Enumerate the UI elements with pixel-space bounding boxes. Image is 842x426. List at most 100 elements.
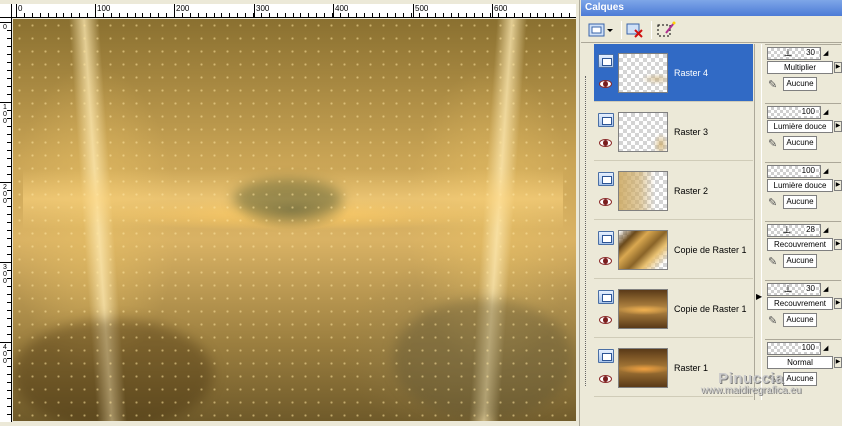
layer-list: Raster 4 Raster 3 Raster 2 Copie de Rast… <box>594 44 754 400</box>
opacity-slider[interactable]: ⊥ 30 <box>767 47 821 60</box>
blend-mode-select[interactable]: Lumière douce <box>767 120 833 133</box>
layer-props-3: ⊥ 28 ◢ Recouvrement ▶ ✎ Aucune <box>765 221 842 279</box>
opacity-slider[interactable]: ⊥ 30 <box>767 283 821 296</box>
ruler-label-300: 300 <box>256 4 270 13</box>
ruler-vlabel-300: 3 0 0 <box>3 264 7 285</box>
blend-dropdown-arrow-icon[interactable]: ▶ <box>834 121 842 132</box>
blend-mode-select[interactable]: Lumière douce <box>767 179 833 192</box>
delete-layer-button[interactable] <box>625 20 645 40</box>
blend-dropdown-arrow-icon[interactable]: ▶ <box>834 62 842 73</box>
layer-thumbnail <box>618 171 668 211</box>
link-mask-icon[interactable]: ✎ <box>768 373 782 387</box>
layer-thumbnail <box>618 112 668 152</box>
layer-properties: ⊥ 30 ◢ Multiplier ▶ ✎ Aucune ⊥ 100 ◢ Lum… <box>763 44 842 400</box>
visibility-eye-icon[interactable] <box>599 316 612 324</box>
blend-mode-select[interactable]: Normal <box>767 356 833 369</box>
blend-mode-select[interactable]: Recouvrement <box>767 297 833 310</box>
visibility-eye-icon[interactable] <box>599 257 612 265</box>
ruler-vlabel-400: 4 0 0 <box>3 344 7 365</box>
layer-type-icon <box>598 54 614 68</box>
layer-thumbnail <box>618 53 668 93</box>
opacity-spinner[interactable]: ◢ <box>823 285 828 293</box>
visibility-eye-icon[interactable] <box>599 139 612 147</box>
layer-thumbnail <box>618 230 668 270</box>
layer-name: Raster 2 <box>674 186 709 196</box>
blend-dropdown-arrow-icon[interactable]: ▶ <box>834 239 842 250</box>
new-layer-icon <box>588 23 613 37</box>
layer-row-copie-de-raster-1-a[interactable]: Copie de Raster 1 <box>594 221 753 279</box>
link-mask-icon[interactable]: ✎ <box>768 314 782 328</box>
link-mask-icon[interactable]: ✎ <box>768 255 782 269</box>
delete-layer-icon <box>626 23 643 38</box>
opacity-value: 30 <box>805 48 816 57</box>
opacity-slider[interactable]: ⊥ 28 <box>767 224 821 237</box>
visibility-eye-icon[interactable] <box>599 375 612 383</box>
mask-select[interactable]: Aucune <box>783 136 817 150</box>
opacity-slider[interactable]: ⊥ 100 <box>767 165 821 178</box>
new-layer-button[interactable] <box>587 20 615 40</box>
blend-dropdown-arrow-icon[interactable]: ▶ <box>834 357 842 368</box>
mask-select[interactable]: Aucune <box>783 77 817 91</box>
layer-type-icon <box>598 349 614 363</box>
ruler-label-400: 400 <box>335 4 349 13</box>
blend-mode-select[interactable]: Recouvrement <box>767 238 833 251</box>
layers-toolbar <box>581 17 842 43</box>
opacity-value: 100 <box>800 343 816 352</box>
opacity-spinner[interactable]: ◢ <box>823 49 828 57</box>
mask-select[interactable]: Aucune <box>783 372 817 386</box>
mask-select[interactable]: Aucune <box>783 313 817 327</box>
layer-name: Copie de Raster 1 <box>674 304 747 314</box>
opacity-spinner[interactable]: ◢ <box>823 226 828 234</box>
visibility-eye-icon[interactable] <box>599 198 612 206</box>
selection-from-layer-button[interactable] <box>655 20 677 40</box>
opacity-slider[interactable]: ⊥ 100 <box>767 106 821 119</box>
splitter-arrow-icon[interactable]: ▶ <box>756 292 762 301</box>
layer-row-copie-de-raster-1-b[interactable]: Copie de Raster 1 <box>594 280 753 338</box>
blend-dropdown-arrow-icon[interactable]: ▶ <box>834 298 842 309</box>
opacity-spinner[interactable]: ◢ <box>823 167 828 175</box>
layer-props-1: ⊥ 100 ◢ Lumière douce ▶ ✎ Aucune <box>765 103 842 161</box>
layers-palette: Calques Raster 4 Raster 3 Raster 2 Copie… <box>581 0 842 426</box>
layer-thumbnail <box>618 348 668 388</box>
layer-row-raster-3[interactable]: Raster 3 <box>594 103 753 161</box>
visibility-eye-icon[interactable] <box>599 80 612 88</box>
link-mask-icon[interactable]: ✎ <box>768 137 782 151</box>
image-canvas[interactable] <box>13 19 576 421</box>
layer-row-raster-1[interactable]: Raster 1 <box>594 339 753 397</box>
marquee-wand-icon <box>657 21 676 37</box>
opacity-slider[interactable]: ⊥ 100 <box>767 342 821 355</box>
canvas-area[interactable]: 0 100 200 300 400 500 600 0 1 0 0 2 0 0 … <box>0 0 580 426</box>
horizontal-ruler: 0 100 200 300 400 500 600 <box>12 4 576 18</box>
link-mask-icon[interactable]: ✎ <box>768 78 782 92</box>
palette-title[interactable]: Calques <box>581 0 842 16</box>
ruler-label-200: 200 <box>176 4 190 13</box>
link-mask-icon[interactable]: ✎ <box>768 196 782 210</box>
ruler-label-100: 100 <box>97 4 111 13</box>
opacity-spinner[interactable]: ◢ <box>823 344 828 352</box>
vertical-ruler: 0 1 0 0 2 0 0 3 0 0 4 0 0 <box>0 18 12 422</box>
opacity-spinner[interactable]: ◢ <box>823 108 828 116</box>
slider-thumb[interactable]: ⊥ <box>784 285 793 295</box>
layer-thumbnail <box>618 289 668 329</box>
opacity-value: 100 <box>800 166 816 175</box>
slider-thumb[interactable]: ⊥ <box>783 226 792 236</box>
blend-dropdown-arrow-icon[interactable]: ▶ <box>834 180 842 191</box>
ruler-label-0: 0 <box>18 4 23 13</box>
ruler-corner <box>0 4 12 18</box>
ruler-label-600: 600 <box>494 4 508 13</box>
layer-row-raster-2[interactable]: Raster 2 <box>594 162 753 220</box>
layer-type-icon <box>598 290 614 304</box>
layer-name: Raster 1 <box>674 363 709 373</box>
ruler-label-500: 500 <box>415 4 429 13</box>
group-bracket <box>585 76 591 386</box>
blend-mode-select[interactable]: Multiplier <box>767 61 833 74</box>
palette-splitter[interactable]: ▶ <box>754 44 762 400</box>
slider-thumb[interactable]: ⊥ <box>784 49 793 59</box>
layer-props-2: ⊥ 100 ◢ Lumière douce ▶ ✎ Aucune <box>765 162 842 220</box>
layer-props-0: ⊥ 30 ◢ Multiplier ▶ ✎ Aucune <box>765 44 842 102</box>
layer-row-raster-4[interactable]: Raster 4 <box>594 44 753 102</box>
mask-select[interactable]: Aucune <box>783 254 817 268</box>
mask-select[interactable]: Aucune <box>783 195 817 209</box>
layer-props-4: ⊥ 30 ◢ Recouvrement ▶ ✎ Aucune <box>765 280 842 338</box>
opacity-value: 30 <box>805 284 816 293</box>
